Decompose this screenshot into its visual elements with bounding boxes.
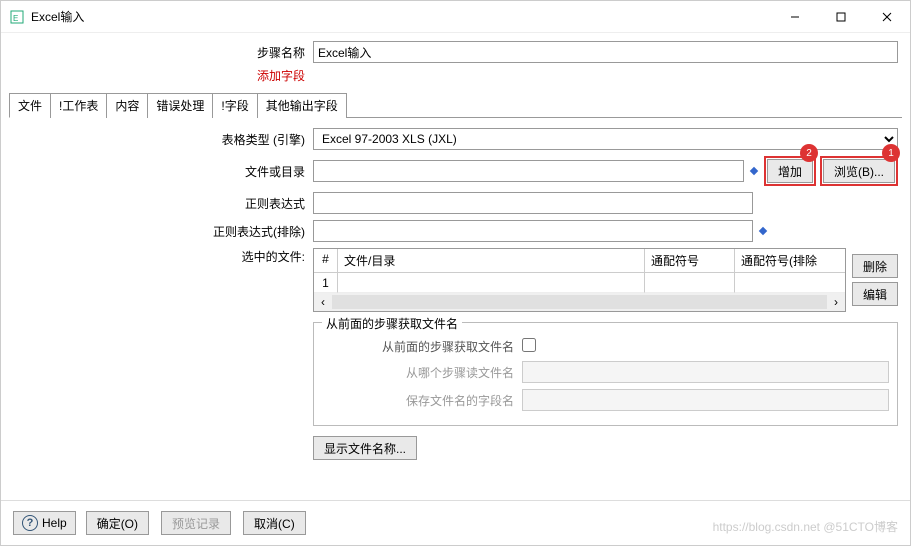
row-wcex[interactable] (735, 273, 845, 293)
preview-button: 预览记录 (161, 511, 231, 535)
top-fields: 步骤名称 添加字段 (1, 33, 910, 92)
edit-button[interactable]: 编辑 (852, 282, 898, 306)
row-path[interactable] (338, 273, 645, 293)
add-button-highlight: 2 增加 (764, 156, 816, 186)
prev-step-group: 从前面的步骤获取文件名 从前面的步骤获取文件名 从哪个步骤读文件名 保存文件名的… (313, 322, 898, 426)
regex-input[interactable] (313, 192, 753, 214)
scroll-left-icon[interactable]: ‹ (314, 293, 332, 311)
tab-fields[interactable]: !字段 (212, 93, 257, 118)
horizontal-scrollbar[interactable]: ‹ › (314, 293, 845, 311)
step-name-label: 步骤名称 (13, 44, 313, 61)
file-or-dir-input[interactable] (313, 160, 744, 182)
cancel-button[interactable]: 取消(C) (243, 511, 306, 535)
regex-ex-label: 正则表达式(排除) (13, 223, 313, 240)
minimize-button[interactable] (772, 1, 818, 33)
col-wildcard-ex: 通配符号(排除 (735, 249, 845, 272)
titlebar: E Excel输入 (1, 1, 910, 33)
window-controls (772, 1, 910, 33)
app-icon: E (9, 9, 25, 25)
field-name-combo (522, 389, 889, 411)
browse-button-highlight: 1 浏览(B)... (820, 156, 898, 186)
selected-files-label: 选中的文件: (13, 248, 313, 265)
show-filenames-button[interactable]: 显示文件名称... (313, 436, 417, 460)
add-button[interactable]: 增加 (767, 159, 813, 183)
bottom-bar: ? Help 确定(O) 预览记录 取消(C) (1, 500, 910, 545)
prev-step-checkbox[interactable] (522, 338, 536, 352)
col-path: 文件/目录 (338, 249, 645, 272)
col-wildcard: 通配符号 (645, 249, 735, 272)
delete-button[interactable]: 删除 (852, 254, 898, 278)
scroll-right-icon[interactable]: › (827, 293, 845, 311)
variable-icon-2[interactable] (757, 225, 769, 237)
svg-text:E: E (13, 14, 18, 23)
chk-label: 从前面的步骤获取文件名 (322, 338, 522, 355)
badge-1: 1 (882, 144, 900, 162)
file-tab-content: 表格类型 (引擎) Excel 97-2003 XLS (JXL) 文件或目录 … (1, 118, 910, 500)
help-button[interactable]: ? Help (13, 511, 76, 535)
maximize-button[interactable] (818, 1, 864, 33)
regex-ex-input[interactable] (313, 220, 753, 242)
table-header: # 文件/目录 通配符号 通配符号(排除 (314, 249, 845, 273)
file-or-dir-label: 文件或目录 (13, 163, 313, 180)
row-num: 1 (314, 273, 338, 293)
tab-content[interactable]: 内容 (106, 93, 148, 118)
field-name-label: 保存文件名的字段名 (322, 392, 522, 409)
help-icon: ? (22, 515, 38, 531)
variable-icon[interactable] (748, 165, 760, 177)
tab-file[interactable]: 文件 (9, 93, 51, 118)
table-row[interactable]: 1 (314, 273, 845, 293)
tab-sheet[interactable]: !工作表 (50, 93, 107, 118)
row-wc[interactable] (645, 273, 735, 293)
help-label: Help (42, 516, 67, 530)
close-button[interactable] (864, 1, 910, 33)
group-title: 从前面的步骤获取文件名 (322, 315, 462, 332)
add-fields-label: 添加字段 (13, 67, 313, 84)
window-title: Excel输入 (31, 8, 772, 25)
step-source-label: 从哪个步骤读文件名 (322, 364, 522, 381)
tab-other[interactable]: 其他输出字段 (257, 93, 347, 118)
regex-label: 正则表达式 (13, 195, 313, 212)
engine-label: 表格类型 (引擎) (13, 131, 313, 148)
files-table[interactable]: # 文件/目录 通配符号 通配符号(排除 1 ‹ › (313, 248, 846, 312)
scroll-track[interactable] (332, 295, 827, 309)
step-name-input[interactable] (313, 41, 898, 63)
ok-button[interactable]: 确定(O) (86, 511, 149, 535)
step-source-combo (522, 361, 889, 383)
badge-2: 2 (800, 144, 818, 162)
tab-error[interactable]: 错误处理 (147, 93, 213, 118)
browse-button[interactable]: 浏览(B)... (823, 159, 895, 183)
dialog-window: E Excel输入 步骤名称 添加字段 文件 !工作表 内容 错误处理 !字段 … (0, 0, 911, 546)
tab-strip: 文件 !工作表 内容 错误处理 !字段 其他输出字段 (9, 92, 902, 118)
col-num: # (314, 249, 338, 272)
